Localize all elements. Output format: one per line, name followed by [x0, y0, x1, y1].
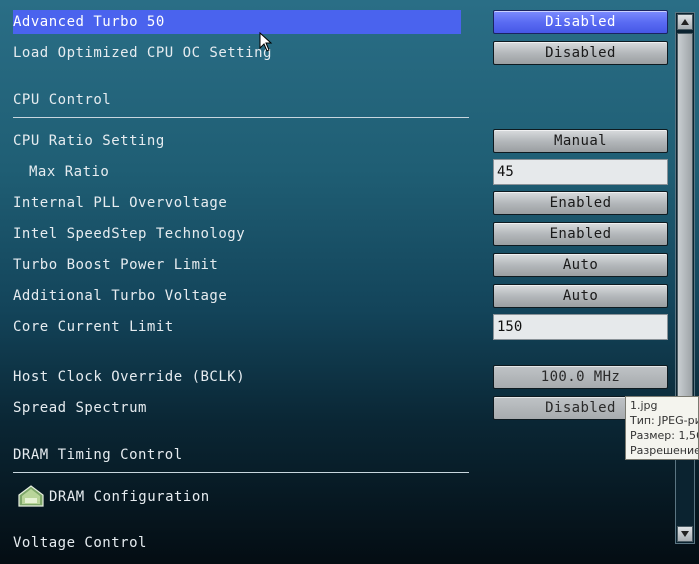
- section-cpu-control-title: CPU Control: [13, 92, 112, 108]
- scroll-thumb[interactable]: [677, 33, 693, 423]
- setting-speedstep-label[interactable]: Intel SpeedStep Technology: [13, 222, 245, 246]
- tooltip-filename: 1.jpg: [630, 399, 658, 412]
- submenu-dram-configuration[interactable]: DRAM Configuration: [49, 485, 210, 509]
- max-ratio-input[interactable]: 45: [493, 159, 668, 185]
- setting-max-ratio-label[interactable]: Max Ratio: [29, 160, 109, 184]
- load-optimized-cpu-oc-button[interactable]: Disabled: [493, 41, 668, 65]
- setting-spread-spectrum-label[interactable]: Spread Spectrum: [13, 396, 147, 420]
- section-divider: [13, 117, 469, 118]
- internal-pll-button[interactable]: Enabled: [493, 191, 668, 215]
- mouse-pointer-icon: [259, 32, 273, 52]
- turbo-boost-power-button[interactable]: Auto: [493, 253, 668, 277]
- setting-host-clock-label[interactable]: Host Clock Override (BCLK): [13, 365, 245, 389]
- tooltip-size: Размер: 1,56: [630, 429, 699, 442]
- setting-turbo-boost-power-label[interactable]: Turbo Boost Power Limit: [13, 253, 218, 277]
- setting-cpu-ratio-label[interactable]: CPU Ratio Setting: [13, 129, 165, 153]
- section-voltage-control-title[interactable]: Voltage Control: [13, 533, 147, 553]
- core-current-limit-input[interactable]: 150: [493, 314, 668, 340]
- additional-turbo-voltage-button[interactable]: Auto: [493, 284, 668, 308]
- setting-additional-turbo-voltage-label[interactable]: Additional Turbo Voltage: [13, 284, 227, 308]
- folder-icon: [18, 485, 44, 507]
- scroll-up-button[interactable]: [677, 14, 693, 30]
- speedstep-button[interactable]: Enabled: [493, 222, 668, 246]
- setting-internal-pll-label[interactable]: Internal PLL Overvoltage: [13, 191, 227, 215]
- setting-load-optimized-cpu-oc-label[interactable]: Load Optimized CPU OC Setting: [13, 41, 272, 65]
- cpu-ratio-button[interactable]: Manual: [493, 129, 668, 153]
- triangle-up-icon: [681, 19, 689, 25]
- advanced-turbo-50-button[interactable]: Disabled: [493, 10, 668, 34]
- setting-core-current-limit-label[interactable]: Core Current Limit: [13, 315, 174, 339]
- host-clock-button[interactable]: 100.0 MHz: [493, 365, 668, 389]
- section-divider: [13, 472, 469, 473]
- file-tooltip: 1.jpg Тип: JPEG-ри Размер: 1,56 Разрешен…: [625, 396, 699, 460]
- section-dram-timing-title[interactable]: DRAM Timing Control: [13, 445, 183, 465]
- vertical-scrollbar[interactable]: [675, 12, 695, 544]
- setting-advanced-turbo-50-label[interactable]: Advanced Turbo 50: [13, 10, 461, 34]
- triangle-down-icon: [681, 531, 689, 537]
- tooltip-type: Тип: JPEG-ри: [630, 414, 699, 427]
- tooltip-resolution: Разрешение: [630, 444, 699, 457]
- scroll-down-button[interactable]: [677, 526, 693, 542]
